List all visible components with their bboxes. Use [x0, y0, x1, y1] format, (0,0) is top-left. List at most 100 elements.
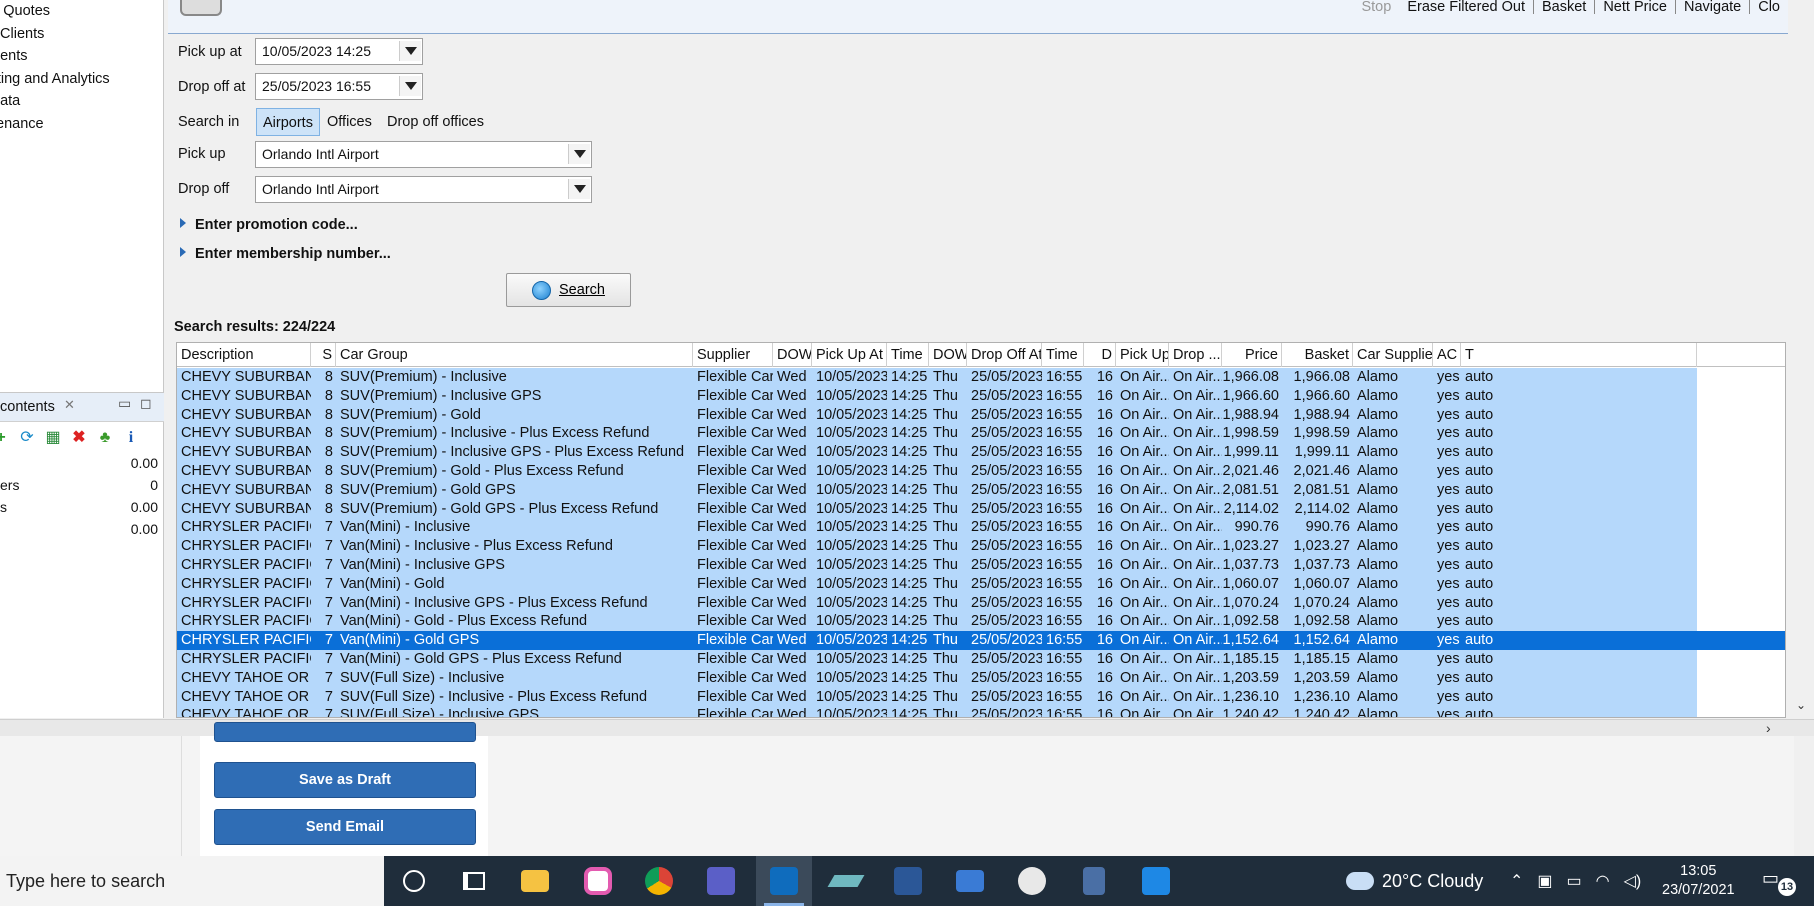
- taskbar-search-input[interactable]: Type here to search: [0, 856, 384, 906]
- contents-tab[interactable]: contents ✕ ▭ ◻: [0, 392, 164, 422]
- table-row[interactable]: CHEVY TAHOE OR ... 7 SUV(Full Size) - Incl…: [177, 668, 1785, 688]
- outlook-icon[interactable]: [756, 856, 812, 906]
- palm-icon[interactable]: ♣: [96, 429, 114, 447]
- column-header[interactable]: T: [1461, 343, 1697, 367]
- onedrive-icon[interactable]: [570, 856, 626, 906]
- table-row[interactable]: CHEVY TAHOE OR ... 7 SUV(Full Size) - Incl…: [177, 687, 1785, 707]
- table-row[interactable]: CHEVY SUBURBAN ... 8 SUV(Premium) - Inclus…: [177, 443, 1785, 462]
- clock[interactable]: 13:05 23/07/2021: [1662, 862, 1735, 900]
- remote-desktop-icon[interactable]: [942, 856, 998, 906]
- table-row[interactable]: CHEVY TAHOE OR ... 7 SUV(Full Size) - Incl…: [177, 706, 1785, 717]
- navigate-button[interactable]: Navigate: [1676, 0, 1751, 14]
- chevron-up-icon[interactable]: ⌃: [1510, 871, 1523, 891]
- dropoff-location-select[interactable]: Orlando Intl Airport: [255, 176, 592, 203]
- column-header[interactable]: Drop ...: [1169, 343, 1222, 367]
- nav-item[interactable]: rting and Analytics: [0, 68, 162, 91]
- column-header[interactable]: S: [311, 343, 336, 367]
- photos-icon[interactable]: [1128, 856, 1184, 906]
- snipping-tool-icon[interactable]: [1004, 856, 1060, 906]
- chevron-down-icon[interactable]: [568, 179, 590, 199]
- column-header[interactable]: Basket: [1282, 343, 1353, 367]
- table-row[interactable]: CHRYSLER PACIFIC... 7 Van(Mini) - Inclusiv…: [177, 537, 1785, 556]
- cut-off-action-button[interactable]: [214, 722, 476, 742]
- search-button[interactable]: Search: [506, 273, 631, 307]
- add-icon[interactable]: +: [0, 429, 10, 447]
- nav-item[interactable]: data: [0, 90, 162, 113]
- table-row[interactable]: CHRYSLER PACIFIC... 7 Van(Mini) - Gold GPS…: [177, 650, 1785, 669]
- column-header[interactable]: DOW: [773, 343, 812, 367]
- save-as-draft-button[interactable]: Save as Draft: [214, 762, 476, 798]
- close-button[interactable]: Clo: [1750, 0, 1780, 14]
- column-header[interactable]: AC: [1433, 343, 1461, 367]
- column-header[interactable]: Time: [887, 343, 929, 367]
- column-header[interactable]: Pick Up At: [812, 343, 887, 367]
- basket-button[interactable]: Basket: [1534, 0, 1596, 14]
- battery-icon[interactable]: ▭: [1567, 871, 1582, 891]
- nav-item[interactable]: nents: [0, 45, 162, 68]
- nav-item[interactable]: t Clients: [0, 23, 162, 46]
- column-header[interactable]: Car Group: [336, 343, 693, 367]
- close-icon[interactable]: ✕: [64, 397, 75, 413]
- chevron-down-icon[interactable]: [399, 76, 421, 96]
- page-scrollbar[interactable]: [1794, 736, 1814, 856]
- scroll-right-icon[interactable]: ›: [1766, 720, 1771, 736]
- nav-item[interactable]: k Quotes: [0, 0, 162, 23]
- minimize-icon[interactable]: ▭: [118, 395, 131, 412]
- chevron-down-icon[interactable]: [568, 144, 590, 164]
- calculator-icon[interactable]: [1066, 856, 1122, 906]
- table-row[interactable]: CHEVY SUBURBAN ... 8 SUV(Premium) - Inclus…: [177, 368, 1785, 387]
- table-row[interactable]: CHEVY SUBURBAN ... 8 SUV(Premium) - Inclus…: [177, 424, 1785, 444]
- column-header[interactable]: DOW: [929, 343, 967, 367]
- app-stack-icon[interactable]: [818, 856, 874, 906]
- table-row[interactable]: CHRYSLER PACIFIC... 7 Van(Mini) - Inclusiv…: [177, 556, 1785, 575]
- column-header[interactable]: D: [1084, 343, 1116, 367]
- chrome-icon[interactable]: [631, 856, 687, 906]
- word-icon[interactable]: [880, 856, 936, 906]
- cortana-icon[interactable]: [386, 856, 442, 906]
- promotion-code-expander[interactable]: Enter promotion code...: [180, 217, 358, 233]
- table-row[interactable]: CHRYSLER PACIFIC... 7 Van(Mini) - Gold Flex…: [177, 574, 1785, 594]
- vertical-scrollbar[interactable]: ⌄: [1793, 190, 1811, 718]
- search-in-offices[interactable]: Offices: [321, 108, 378, 136]
- table-row[interactable]: CHRYSLER PACIFIC... 7 Van(Mini) - Gold - P…: [177, 612, 1785, 632]
- task-view-icon[interactable]: [446, 856, 502, 906]
- maximize-icon[interactable]: ◻: [140, 395, 152, 412]
- meet-now-icon[interactable]: ▣: [1537, 871, 1552, 891]
- column-header[interactable]: Pick Up: [1116, 343, 1169, 367]
- search-in-dropoff-offices[interactable]: Drop off offices: [381, 108, 490, 136]
- scroll-down-icon[interactable]: ⌄: [1796, 698, 1806, 712]
- info-icon[interactable]: i: [122, 429, 140, 447]
- file-explorer-icon[interactable]: [507, 856, 563, 906]
- pickup-location-select[interactable]: Orlando Intl Airport: [255, 141, 592, 168]
- column-header[interactable]: Price: [1222, 343, 1282, 367]
- volume-icon[interactable]: ◁): [1624, 871, 1642, 891]
- erase-filtered-button[interactable]: Erase Filtered Out: [1399, 0, 1534, 14]
- nett-price-button[interactable]: Nett Price: [1595, 0, 1676, 14]
- refresh-icon[interactable]: ⟳: [18, 429, 36, 447]
- weather-widget[interactable]: 20°C Cloudy: [1346, 856, 1483, 906]
- table-row[interactable]: CHEVY SUBURBAN ... 8 SUV(Premium) - Inclus…: [177, 386, 1785, 406]
- table-row[interactable]: CHEVY SUBURBAN ... 8 SUV(Premium) - Gold -…: [177, 462, 1785, 481]
- column-header[interactable]: Time: [1042, 343, 1084, 367]
- table-row[interactable]: CHRYSLER PACIFIC... 7 Van(Mini) - Gold GPS…: [177, 631, 1785, 650]
- column-header[interactable]: Description: [177, 343, 311, 367]
- column-header[interactable]: Car Supplier: [1353, 343, 1433, 367]
- nav-item[interactable]: tenance: [0, 113, 162, 136]
- stop-button[interactable]: Stop: [1353, 0, 1399, 14]
- table-row[interactable]: CHEVY SUBURBAN ... 8 SUV(Premium) - Gold G…: [177, 499, 1785, 519]
- dropoff-datetime-field[interactable]: 25/05/2023 16:55: [255, 73, 423, 100]
- table-row[interactable]: CHEVY SUBURBAN ... 8 SUV(Premium) - Gold G…: [177, 480, 1785, 500]
- chevron-down-icon[interactable]: [399, 41, 421, 61]
- send-email-button[interactable]: Send Email: [214, 809, 476, 845]
- teams-icon[interactable]: [693, 856, 749, 906]
- wifi-icon[interactable]: ◠: [1596, 871, 1610, 891]
- notification-icon[interactable]: ▭ 13: [1762, 868, 1796, 896]
- column-header[interactable]: Drop Off At: [967, 343, 1042, 367]
- table-row[interactable]: CHRYSLER PACIFIC... 7 Van(Mini) - Inclusiv…: [177, 593, 1785, 613]
- cart-icon[interactable]: ▦: [44, 429, 62, 447]
- column-header[interactable]: Supplier: [693, 343, 773, 367]
- delete-icon[interactable]: ✖: [70, 429, 88, 447]
- search-in-airports[interactable]: Airports: [256, 108, 320, 136]
- membership-number-expander[interactable]: Enter membership number...: [180, 246, 391, 262]
- table-row[interactable]: CHEVY SUBURBAN ... 8 SUV(Premium) - Gold Fl…: [177, 405, 1785, 425]
